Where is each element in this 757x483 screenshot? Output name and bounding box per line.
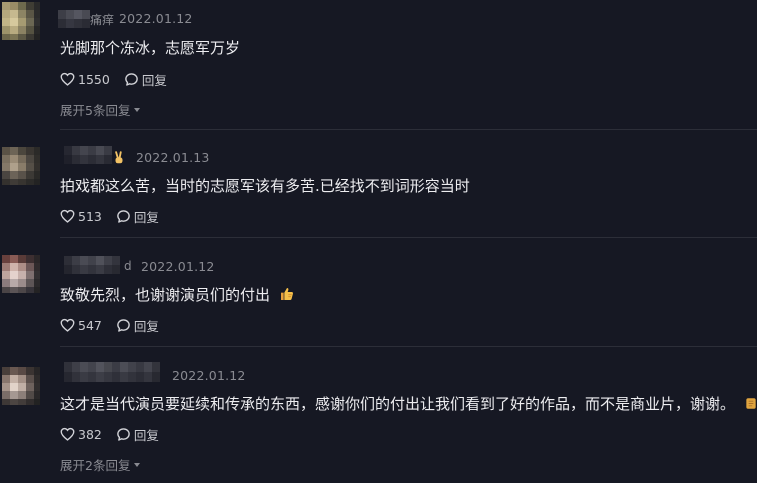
reply-label: 回复 (133, 209, 159, 225)
expand-replies-label: 展开2条回复 (60, 458, 131, 473)
comment-date: 2022.01.13 (136, 150, 210, 165)
reply-button[interactable]: 回复 (124, 70, 167, 89)
heart-icon (60, 209, 75, 223)
fist-salute-icon (744, 396, 757, 415)
username-mask[interactable] (58, 10, 94, 28)
reply-label: 回复 (133, 318, 159, 334)
avatar[interactable] (2, 147, 40, 185)
avatar[interactable] (2, 255, 40, 293)
like-button[interactable]: 547 (60, 318, 102, 333)
expand-replies-button[interactable]: 展开2条回复 (60, 455, 141, 474)
like-count: 513 (78, 208, 102, 224)
username-mask[interactable] (64, 256, 124, 274)
like-count: 1550 (78, 71, 110, 87)
comment-date: 2022.01.12 (141, 259, 215, 274)
comment-text: 拍戏都这么苦，当时的志愿军该有多苦.已经找不到词形容当时 (60, 175, 470, 196)
comment-date: 2022.01.12 (172, 368, 246, 383)
comment-text-content: 这才是当代演员要延续和传承的东西，感谢你们的付出让我们看到了好的作品，而不是商业… (60, 395, 736, 413)
comment-actions: 382 回复 (60, 425, 159, 443)
username-mask[interactable] (64, 146, 112, 164)
comment-actions: 547 回复 (60, 316, 159, 334)
comment-date: 2022.01.12 (119, 11, 193, 26)
divider (60, 346, 757, 347)
victory-hand-icon (112, 150, 126, 169)
heart-icon (60, 427, 75, 441)
avatar[interactable] (2, 367, 40, 405)
expand-replies-label: 展开5条回复 (60, 103, 131, 118)
thumbs-up-icon (279, 286, 295, 306)
divider (60, 237, 757, 238)
comment-text-content: 光脚那个冻冰，志愿军万岁 (60, 39, 241, 57)
reply-button[interactable]: 回复 (116, 316, 159, 335)
comment-list: 痛痒 2022.01.12 光脚那个冻冰，志愿军万岁 1550 回复 展开5条回… (0, 0, 757, 483)
reply-button[interactable]: 回复 (116, 207, 159, 226)
comment-bubble-icon (116, 427, 131, 442)
comment-actions: 1550 回复 (60, 70, 167, 88)
reply-label: 回复 (133, 427, 159, 443)
heart-icon (60, 72, 75, 86)
comment-text-content: 致敬先烈，也谢谢演员们的付出 (60, 286, 271, 304)
comment-bubble-icon (116, 209, 131, 224)
like-button[interactable]: 1550 (60, 72, 110, 87)
reply-button[interactable]: 回复 (116, 425, 159, 444)
reply-label: 回复 (141, 72, 167, 88)
comment-bubble-icon (124, 72, 139, 87)
like-button[interactable]: 513 (60, 209, 102, 224)
username-mask[interactable] (64, 362, 160, 382)
comment-text: 光脚那个冻冰，志愿军万岁 (60, 37, 240, 58)
username-tail[interactable]: d (124, 259, 132, 273)
like-button[interactable]: 382 (60, 427, 102, 442)
username-tail[interactable]: 痛痒 (90, 11, 114, 28)
heart-icon (60, 318, 75, 332)
comment-text: 致敬先烈，也谢谢演员们的付出 (60, 284, 295, 306)
comment-text: 这才是当代演员要延续和传承的东西，感谢你们的付出让我们看到了好的作品，而不是商业… (60, 393, 757, 415)
divider (60, 129, 757, 130)
comment-text-content: 拍戏都这么苦，当时的志愿军该有多苦.已经找不到词形容当时 (60, 177, 470, 195)
chevron-down-icon (134, 462, 141, 467)
expand-replies-button[interactable]: 展开5条回复 (60, 100, 141, 119)
like-count: 382 (78, 426, 102, 442)
chevron-down-icon (134, 107, 141, 112)
comment-actions: 513 回复 (60, 207, 159, 225)
comment-bubble-icon (116, 318, 131, 333)
avatar[interactable] (2, 2, 40, 40)
like-count: 547 (78, 317, 102, 333)
